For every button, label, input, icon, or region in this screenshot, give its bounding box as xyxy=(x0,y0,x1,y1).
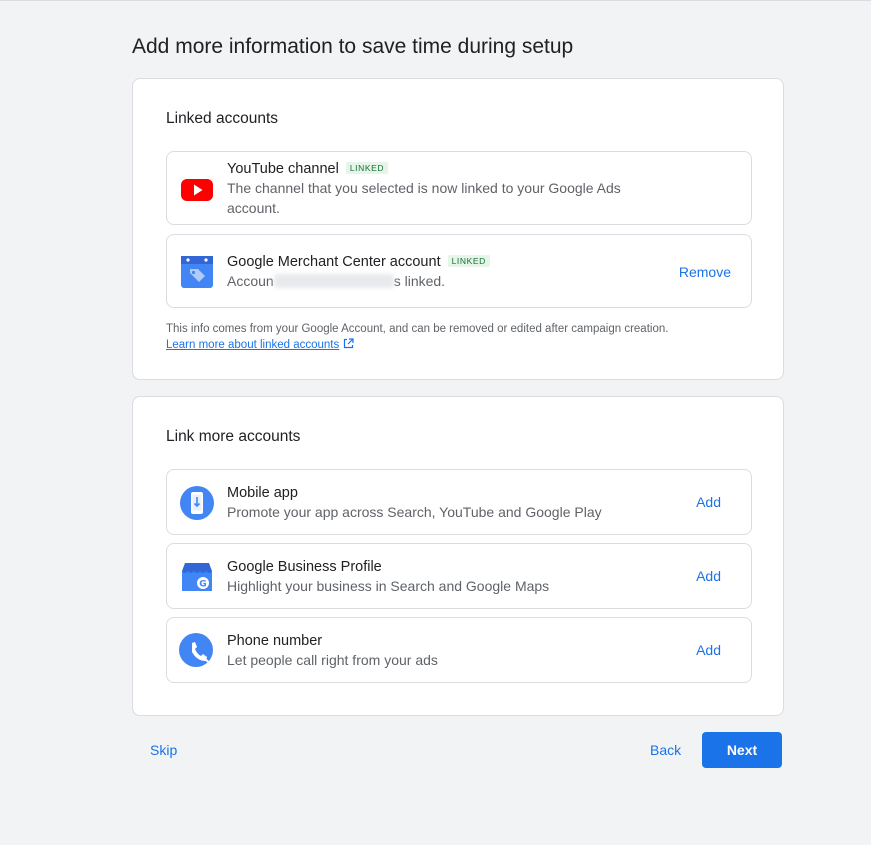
phone-number-description: Let people call right from your ads xyxy=(227,652,438,668)
linked-badge: LINKED xyxy=(447,255,490,267)
merchant-center-label: Google Merchant Center account xyxy=(227,254,441,270)
svg-text:G: G xyxy=(199,580,206,590)
skip-button[interactable]: Skip xyxy=(150,742,177,758)
link-more-accounts-heading: Link more accounts xyxy=(166,428,301,445)
next-button[interactable]: Next xyxy=(702,732,782,768)
youtube-channel-description: The channel that you selected is now lin… xyxy=(227,180,621,216)
business-profile-row: G Google Business Profile Highlight your… xyxy=(166,543,752,609)
youtube-icon xyxy=(179,171,215,207)
add-business-profile-button[interactable]: Add xyxy=(696,568,721,584)
youtube-channel-label: YouTube channel xyxy=(227,161,339,177)
add-phone-number-button[interactable]: Add xyxy=(696,642,721,658)
merchant-center-description: Accoun s linked. xyxy=(227,271,445,291)
merchant-center-description-start: Accoun xyxy=(227,273,274,289)
phone-number-row: Phone number Let people call right from … xyxy=(166,617,752,683)
merchant-center-icon xyxy=(179,254,215,290)
merchant-center-title: Google Merchant Center account LINKED xyxy=(227,254,490,270)
phone-number-title: Phone number xyxy=(227,633,323,649)
youtube-channel-row: YouTube channel LINKED The channel that y… xyxy=(166,151,752,225)
mobile-app-description: Promote your app across Search, YouTube … xyxy=(227,504,602,520)
phone-icon xyxy=(179,633,215,669)
learn-more-link[interactable]: Learn more about linked accounts xyxy=(166,339,339,351)
link-more-accounts-card: Link more accounts Mobile app Promote yo… xyxy=(132,396,784,716)
external-link-icon xyxy=(343,338,354,349)
business-profile-icon: G xyxy=(179,559,215,595)
merchant-center-row: Google Merchant Center account LINKED Acc… xyxy=(166,234,752,308)
info-text: This info comes from your Google Account… xyxy=(166,323,669,335)
mobile-app-row: Mobile app Promote your app across Searc… xyxy=(166,469,752,535)
redacted-account-id xyxy=(273,274,394,288)
linked-accounts-info: This info comes from your Google Account… xyxy=(166,321,668,353)
page-title: Add more information to save time during… xyxy=(132,35,574,58)
linked-accounts-heading: Linked accounts xyxy=(166,110,279,127)
back-button[interactable]: Back xyxy=(650,742,681,758)
youtube-channel-title: YouTube channel LINKED xyxy=(227,161,389,177)
business-profile-description: Highlight your business in Search and Go… xyxy=(227,578,550,594)
merchant-center-description-end: s linked. xyxy=(393,273,446,289)
remove-button[interactable]: Remove xyxy=(679,264,731,280)
add-mobile-app-button[interactable]: Add xyxy=(696,494,721,510)
linked-badge: LINKED xyxy=(345,162,389,174)
business-profile-title: Google Business Profile xyxy=(227,559,382,575)
linked-accounts-card: Linked accounts YouTube channel LINKED Th… xyxy=(132,78,784,380)
mobile-app-title: Mobile app xyxy=(227,485,298,501)
mobile-app-icon xyxy=(179,485,215,521)
